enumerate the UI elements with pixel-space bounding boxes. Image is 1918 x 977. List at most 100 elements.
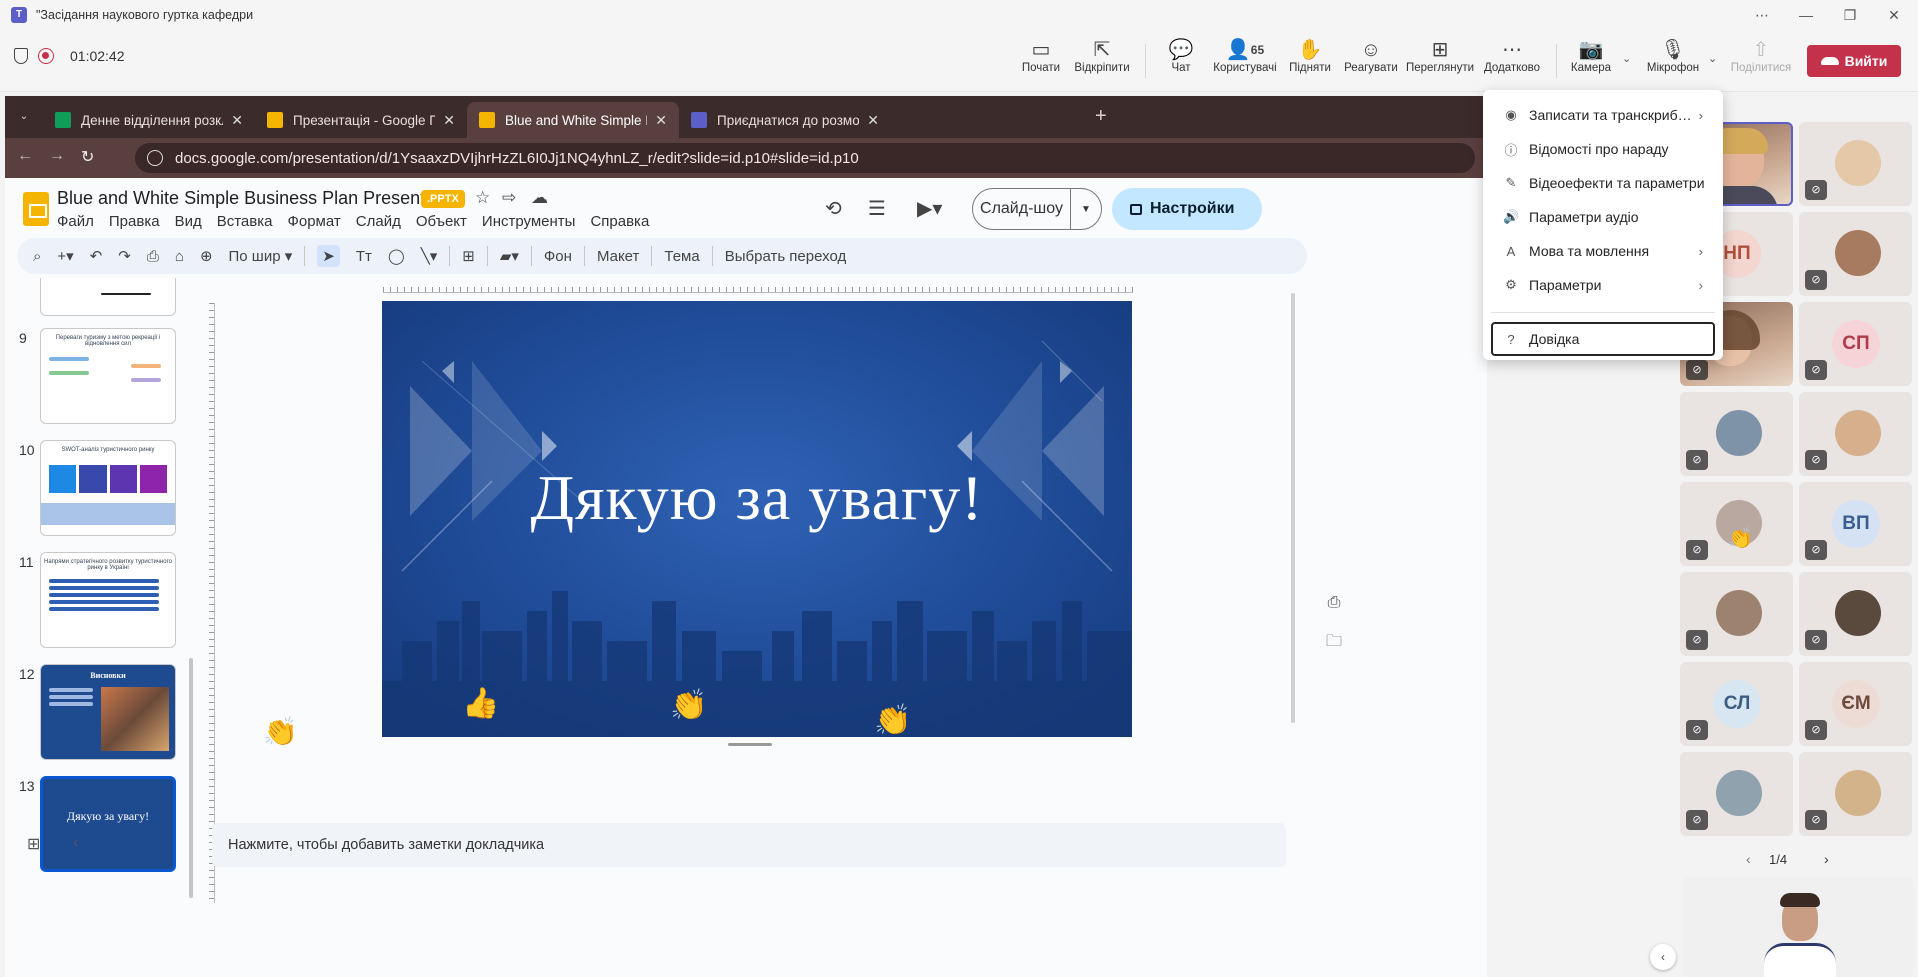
new-slide-icon[interactable]: +▾ <box>57 247 73 265</box>
canvas-scrollbar[interactable] <box>1291 293 1295 723</box>
menu-edit[interactable]: Правка <box>109 213 160 230</box>
url-field[interactable]: docs.google.com/presentation/d/1YsaaxzDV… <box>135 143 1475 173</box>
current-slide[interactable]: Дякую за увагу! 👍 👏 👏 <box>382 301 1132 737</box>
menu-help[interactable]: Справка <box>590 213 649 230</box>
participant-tile[interactable]: СП ⊘ <box>1799 302 1912 386</box>
browser-tab[interactable]: Денне відділення розклад зан ✕ <box>43 102 255 138</box>
transition-button[interactable]: Выбрать переход <box>725 248 847 265</box>
menu-view[interactable]: Вид <box>175 213 202 230</box>
popout-button[interactable]: ⇱ Відкріпити <box>1064 38 1140 74</box>
notes-resize-handle[interactable] <box>728 743 772 746</box>
participant-tile[interactable]: ⊘ <box>1799 572 1912 656</box>
undo-icon[interactable]: ↶ <box>90 247 103 265</box>
move-folder-icon[interactable]: ⇨ <box>502 188 516 208</box>
menu-format[interactable]: Формат <box>287 213 340 230</box>
star-icon[interactable]: ☆ <box>475 188 490 208</box>
folder-icon[interactable]: 🗀 <box>1317 626 1351 660</box>
zoom-select[interactable]: По шир ▾ <box>229 247 293 265</box>
menu-item-language[interactable]: A Мова та мовлення › <box>1483 234 1723 268</box>
cloud-status-icon[interactable]: ☁ <box>531 188 548 208</box>
view-button[interactable]: ⊞ Переглянути <box>1402 38 1478 74</box>
participant-tile[interactable]: ⊘ <box>1799 392 1912 476</box>
fill-color-icon[interactable]: ▰▾ <box>500 247 519 265</box>
meet-icon[interactable]: ▶▾ <box>917 196 942 221</box>
previous-page-icon[interactable]: ‹ <box>1746 851 1751 867</box>
zoom-icon[interactable]: ⊕ <box>200 247 213 265</box>
more-options-icon[interactable]: ⋯ <box>1740 7 1784 24</box>
menu-item-meeting-info[interactable]: ⓘ Відомості про нараду <box>1483 132 1723 166</box>
leave-button[interactable]: Вийти <box>1807 45 1901 77</box>
browser-tab-active[interactable]: Blue and White Simple Business ✕ <box>467 102 679 138</box>
slideshow-button[interactable]: Слайд-шоу ▼ <box>972 188 1102 230</box>
menu-item-settings[interactable]: ⚙ Параметри › <box>1483 268 1723 302</box>
print-icon[interactable]: ⎙ <box>147 248 159 265</box>
close-tab-icon[interactable]: ✕ <box>867 112 879 129</box>
comments-icon[interactable]: ☰ <box>868 196 886 221</box>
collapse-filmstrip-icon[interactable]: ‹ <box>73 834 78 852</box>
browser-tab[interactable]: Приєднатися до розмови ✕ <box>679 102 891 138</box>
grid-view-icon[interactable]: ⊞ <box>27 834 40 854</box>
menu-file[interactable]: Файл <box>57 213 94 230</box>
participant-tile[interactable]: ВП ⊘ <box>1799 482 1912 566</box>
menu-slide[interactable]: Слайд <box>356 213 401 230</box>
layout-button[interactable]: Макет <box>597 248 639 265</box>
participant-tile[interactable]: ⊘ <box>1799 122 1912 206</box>
slideshow-dropdown-icon[interactable]: ▼ <box>1071 204 1101 215</box>
speaker-notes[interactable]: Нажмите, чтобы добавить заметки докладчи… <box>212 823 1286 867</box>
close-tab-icon[interactable]: ✕ <box>655 112 667 129</box>
mic-button[interactable]: 🎙 Мікрофон <box>1635 38 1711 74</box>
participant-tile[interactable]: ЄМ ⊘ <box>1799 662 1912 746</box>
menu-item-audio-settings[interactable]: 🔊 Параметри аудіо <box>1483 200 1723 234</box>
side-panel-icon[interactable]: ⎙ <box>1317 586 1351 620</box>
search-menus-icon[interactable]: ⌕ <box>33 248 41 265</box>
slides-logo-icon[interactable] <box>23 192 49 226</box>
background-button[interactable]: Фон <box>544 248 572 265</box>
text-box-icon[interactable]: Tт <box>356 248 372 265</box>
paint-format-icon[interactable]: ⌂ <box>175 248 184 265</box>
participant-tile[interactable]: 👏 ⊘ <box>1680 482 1793 566</box>
close-icon[interactable]: ✕ <box>1872 7 1916 24</box>
select-tool-icon[interactable]: ➤ <box>317 245 340 267</box>
more-button[interactable]: ⋯ Додатково <box>1474 38 1550 74</box>
self-video-preview[interactable] <box>1682 877 1914 977</box>
menu-item-help[interactable]: ? Довідка <box>1491 322 1715 356</box>
shape-icon[interactable]: ◯ <box>388 247 405 265</box>
line-icon[interactable]: ╲▾ <box>421 247 438 265</box>
new-tab-icon[interactable]: + <box>1095 105 1107 128</box>
react-button[interactable]: ☺ Реагувати <box>1333 38 1409 74</box>
camera-button[interactable]: 📷 Камера <box>1553 38 1629 74</box>
site-info-icon[interactable] <box>147 150 163 166</box>
close-tab-icon[interactable]: ✕ <box>231 112 243 129</box>
collapse-gallery-icon[interactable]: ‹ <box>1650 944 1676 970</box>
reload-icon[interactable]: ↻ <box>81 147 94 167</box>
next-page-icon[interactable]: › <box>1824 851 1829 867</box>
filmstrip-scrollbar[interactable] <box>189 658 193 898</box>
history-icon[interactable]: ⟲ <box>825 196 842 221</box>
browser-tab[interactable]: Презентація - Google Презент ✕ <box>255 102 467 138</box>
back-icon[interactable]: ← <box>17 147 33 165</box>
close-tab-icon[interactable]: ✕ <box>443 112 455 129</box>
menu-object[interactable]: Объект <box>416 213 467 230</box>
menu-item-video-effects[interactable]: ✎ Відеоефекти та параметри <box>1483 166 1723 200</box>
camera-options-chevron-icon[interactable]: ⌄ <box>1622 52 1631 65</box>
share-button[interactable]: ⇧ Поділитися <box>1723 38 1799 74</box>
document-title[interactable]: Blue and White Simple Business Plan Pres… <box>57 188 464 209</box>
participant-tile[interactable]: ⊘ <box>1799 752 1912 836</box>
theme-button[interactable]: Тема <box>664 248 699 265</box>
tab-search-icon[interactable]: ⌄ <box>15 108 33 126</box>
redo-icon[interactable]: ↷ <box>118 247 131 265</box>
minimize-icon[interactable]: — <box>1784 7 1828 23</box>
comment-add-icon[interactable]: ⊞ <box>462 247 475 265</box>
share-settings-button[interactable]: Настройки <box>1112 188 1262 230</box>
participant-tile[interactable]: ⊘ <box>1799 212 1912 296</box>
menu-tools[interactable]: Инструменты <box>482 213 576 230</box>
mic-options-chevron-icon[interactable]: ⌄ <box>1708 52 1717 65</box>
participant-tile[interactable]: ⊘ <box>1680 752 1793 836</box>
maximize-icon[interactable]: ❐ <box>1828 7 1872 24</box>
participant-tile[interactable]: ⊘ <box>1680 572 1793 656</box>
participant-tile[interactable]: СЛ ⊘ <box>1680 662 1793 746</box>
menu-item-record[interactable]: ◉ Записати та транскриб… › <box>1483 98 1723 132</box>
menu-insert[interactable]: Вставка <box>217 213 273 230</box>
participant-tile[interactable]: ⊘ <box>1680 392 1793 476</box>
forward-icon[interactable]: → <box>49 147 65 165</box>
